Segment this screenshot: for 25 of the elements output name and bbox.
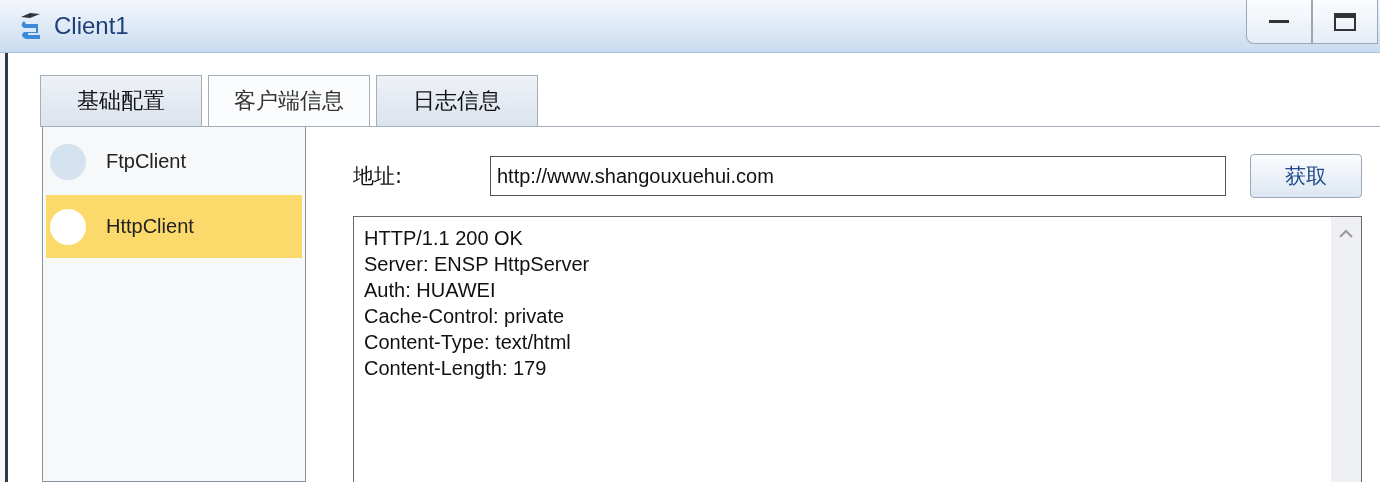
response-line: Content-Length: 179 <box>364 356 548 381</box>
fetch-button[interactable]: 获取 <box>1250 154 1362 198</box>
client-item[interactable]: FtpClient <box>46 130 302 193</box>
response-line: HTTP/1.1 200 OK <box>364 226 524 251</box>
minimize-icon <box>1269 19 1289 24</box>
maximize-icon <box>1334 12 1356 31</box>
minimize-button[interactable] <box>1246 0 1312 44</box>
response-line: Auth: HUAWEI <box>364 278 497 303</box>
response-line: Server: ENSP HttpServer <box>364 252 591 277</box>
response-line: Cache-Control: private <box>364 304 566 329</box>
maximize-button[interactable] <box>1312 0 1378 44</box>
address-label: 地址: <box>353 163 404 190</box>
response-line: Content-Type: text/html <box>364 330 572 355</box>
scrollbar[interactable] <box>1331 217 1361 482</box>
client-name: HttpClient <box>106 215 194 238</box>
window-title: Client1 <box>54 12 129 40</box>
client-icon <box>50 208 86 245</box>
client-name: FtpClient <box>106 150 187 173</box>
scroll-up-icon <box>1339 229 1353 238</box>
tab[interactable]: 日志信息 <box>376 75 538 126</box>
address-field[interactable]: http://www.shangouxuehui.com <box>490 156 1226 196</box>
tab[interactable]: 基础配置 <box>40 75 202 126</box>
client-icon <box>50 143 86 180</box>
client-item[interactable]: HttpClient <box>46 195 302 258</box>
tab[interactable]: 客户端信息 <box>208 75 370 126</box>
